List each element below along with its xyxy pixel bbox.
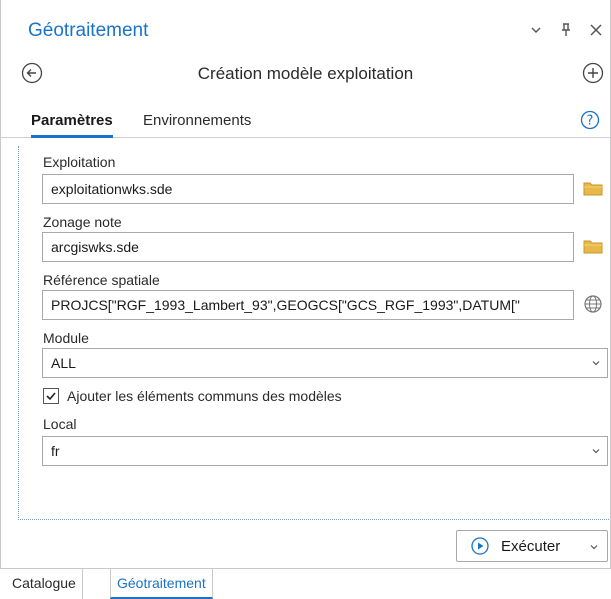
parameters-panel: Exploitation exploitationwks.sde Zonage … <box>18 146 609 520</box>
common-elements-checkbox[interactable] <box>43 388 59 404</box>
svg-text:?: ? <box>587 114 594 129</box>
run-button[interactable]: Exécuter <box>456 530 608 562</box>
folder-icon[interactable] <box>582 236 604 258</box>
globe-icon[interactable] <box>583 294 605 316</box>
bottom-tab-geotraitement[interactable]: Géotraitement <box>110 569 213 599</box>
run-label: Exécuter <box>501 537 561 555</box>
pane-title: Géotraitement <box>28 20 149 41</box>
tool-header: Création modèle exploitation <box>1 54 610 94</box>
chevron-down-icon[interactable] <box>528 22 544 38</box>
tab-environnements[interactable]: Environnements <box>143 112 251 135</box>
checkmark-icon <box>46 392 56 401</box>
folder-icon[interactable] <box>582 178 604 200</box>
zonage-input[interactable]: arcgiswks.sde <box>42 232 574 262</box>
reference-spatiale-input[interactable]: PROJCS["RGF_1993_Lambert_93",GEOGCS["GCS… <box>42 290 574 320</box>
tab-parametres[interactable]: Paramètres <box>31 112 113 138</box>
geoprocessing-pane: Géotraitement Création modèle exploitati… <box>0 0 611 568</box>
common-elements-label: Ajouter les éléments communs des modèles <box>67 388 342 404</box>
bottom-tab-catalogue[interactable]: Catalogue <box>6 569 83 599</box>
bottom-tab-strip: Catalogue Géotraitement <box>0 568 611 599</box>
help-icon[interactable]: ? <box>580 110 600 130</box>
local-select[interactable]: fr <box>42 436 608 466</box>
tool-title: Création modèle exploitation <box>197 64 414 83</box>
add-plus-icon[interactable] <box>582 62 604 84</box>
play-icon <box>471 537 489 555</box>
pane-titlebar: Géotraitement <box>1 0 610 48</box>
chevron-down-icon <box>592 361 600 366</box>
reference-spatiale-label: Référence spatiale <box>43 272 160 288</box>
pin-icon[interactable] <box>558 22 574 38</box>
zonage-label: Zonage note <box>43 214 122 230</box>
chevron-down-icon[interactable] <box>589 542 599 552</box>
exploitation-label: Exploitation <box>43 154 116 170</box>
common-elements-option: Ajouter les éléments communs des modèles <box>43 388 342 404</box>
pane-window-controls <box>528 22 604 38</box>
exploitation-input[interactable]: exploitationwks.sde <box>42 174 574 204</box>
close-icon[interactable] <box>588 22 604 38</box>
module-select[interactable]: ALL <box>42 348 608 378</box>
tool-tabs: Paramètres Environnements ? <box>1 106 610 138</box>
local-label: Local <box>43 416 77 432</box>
module-label: Module <box>43 330 89 346</box>
chevron-down-icon <box>592 449 600 454</box>
